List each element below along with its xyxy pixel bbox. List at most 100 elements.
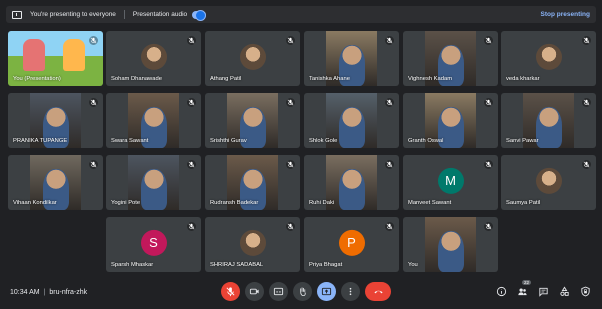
participant-name: Sparsh Mhaskar [111, 262, 154, 268]
participant-tile-sanvi-pawar[interactable]: Sanvi Pawar [501, 93, 596, 148]
participant-figure [140, 169, 167, 210]
participant-tile-vihaan-kondilkar[interactable]: Vihaan Kondilkar [8, 155, 103, 210]
participant-name: Srishthi Gurav [210, 138, 247, 144]
leave-call-button[interactable] [365, 282, 391, 301]
participant-tile-granth-oswal[interactable]: Granth Oswal [403, 93, 498, 148]
people-button[interactable]: 22 [516, 280, 531, 298]
participant-tile-tanishka-ahane[interactable]: Tanishka Ahane [304, 31, 399, 86]
participant-name: Tanishka Ahane [309, 76, 350, 82]
participant-name: Saumya Patil [506, 200, 541, 206]
participant-tile-rudransh-badekar[interactable]: Rudransh Badekar [205, 155, 300, 210]
more-options-button[interactable] [341, 282, 360, 301]
mic-muted-icon [187, 222, 196, 231]
avatar [239, 43, 266, 70]
participant-figure [338, 169, 365, 210]
activities-button[interactable] [558, 285, 571, 298]
participant-name: SHRIRAJ SADABAL [210, 262, 264, 268]
captions-icon [273, 287, 284, 296]
participant-name: Shlok Gole [309, 138, 338, 144]
camera-icon [249, 288, 259, 295]
hang-up-icon [373, 290, 383, 294]
participant-name: Granth Oswal [408, 138, 444, 144]
participant-name: You [408, 262, 418, 268]
chat-icon [539, 287, 548, 297]
hand-icon [300, 287, 306, 297]
participant-tile-shlok-gole[interactable]: Shlok Gole [304, 93, 399, 148]
mic-muted-icon [286, 222, 295, 231]
captions-button[interactable] [269, 282, 288, 301]
mic-muted-icon [484, 36, 493, 45]
meeting-info: 10:34 AM | bru-nfra-zhk [10, 289, 87, 296]
mic-muted-icon [286, 160, 295, 169]
participant-figure [437, 231, 464, 272]
mic-muted-icon [582, 36, 591, 45]
participant-name: Priya Bhagat [309, 262, 343, 268]
chat-button[interactable] [537, 285, 550, 298]
participant-figure [535, 107, 562, 148]
camera-toggle-button[interactable] [245, 282, 264, 301]
mic-muted-icon [385, 160, 394, 169]
participant-tile-yogini-pote[interactable]: Yogini Pote [106, 155, 201, 210]
participant-tile-saumya-patil[interactable]: Saumya Patil [501, 155, 596, 210]
participant-tile-vighnesh-kadam[interactable]: Vighnesh Kadam [403, 31, 498, 86]
mic-muted-icon [286, 98, 295, 107]
mic-muted-icon [484, 160, 493, 169]
avatar: M [437, 167, 464, 194]
mic-muted-icon [582, 160, 591, 169]
mic-muted-icon [89, 160, 98, 169]
participant-name: Soham Dhanawade [111, 76, 162, 82]
bottom-toolbar: 10:34 AM | bru-nfra-zhk 22 [0, 279, 602, 305]
mic-muted-icon [385, 222, 394, 231]
participant-tile-shriraj-sadabal[interactable]: SHRIRAJ SADABAL [205, 217, 300, 272]
participant-tile-priya-bhagat[interactable]: P Priya Bhagat [304, 217, 399, 272]
participant-count-badge: 22 [521, 280, 531, 285]
mic-muted-icon [89, 36, 98, 45]
participant-tile-ruhi-daki[interactable]: Ruhi Daki [304, 155, 399, 210]
participant-name: Yogini Pote [111, 200, 141, 206]
people-icon [518, 288, 527, 296]
presentation-audio-label: Presentation audio [132, 11, 188, 18]
participant-tile-veda-kharkar[interactable]: veda kharkar [501, 31, 596, 86]
participant-name: You (Presentation) [13, 76, 61, 82]
present-now-button[interactable] [317, 282, 336, 301]
stop-presenting-button[interactable]: Stop presenting [541, 11, 590, 18]
participant-tile-pranika-tupange[interactable]: PRANIKA TUPANGE [8, 93, 103, 148]
mic-muted-icon [484, 98, 493, 107]
participant-tile-soham-dhanawade[interactable]: Soham Dhanawade [106, 31, 201, 86]
participant-tile-swara-sawant[interactable]: Swara Sawant [106, 93, 201, 148]
presenting-status-text: You're presenting to everyone [30, 11, 116, 18]
participant-name: Vighnesh Kadam [408, 76, 453, 82]
mic-muted-icon [484, 222, 493, 231]
presentation-audio-toggle[interactable] [192, 9, 207, 21]
participant-name: Sanvi Pawar [506, 138, 539, 144]
participant-name: Rudransh Badekar [210, 200, 259, 206]
participant-name: PRANIKA TUPANGE [13, 138, 68, 144]
call-controls [221, 282, 391, 301]
present-icon [321, 287, 332, 296]
more-vert-icon [349, 287, 352, 296]
participant-tile-athang-patil[interactable]: Athang Patil [205, 31, 300, 86]
participant-tile-srishthi-gurav[interactable]: Srishthi Gurav [205, 93, 300, 148]
divider [123, 10, 125, 19]
mic-muted-icon [187, 98, 196, 107]
participant-tile-manveet-sawant[interactable]: M Manveet Sawant [403, 155, 498, 210]
participant-tile-sparsh-mhaskar[interactable]: S Sparsh Mhaskar [106, 217, 201, 272]
meeting-details-button[interactable] [495, 285, 508, 298]
mic-muted-icon [89, 98, 98, 107]
participant-tile-you-presentation[interactable]: You (Presentation) [8, 31, 103, 86]
avatar: S [140, 229, 167, 256]
video-feed [425, 217, 476, 272]
participant-name: Manveet Sawant [408, 200, 452, 206]
info-divider: | [43, 288, 46, 296]
present-screen-icon [12, 10, 22, 19]
mic-toggle-button[interactable] [221, 282, 240, 301]
avatar [239, 229, 266, 256]
raise-hand-button[interactable] [293, 282, 312, 301]
presentation-character [63, 39, 85, 71]
presenting-banner: You're presenting to everyone Presentati… [6, 6, 596, 23]
mic-muted-icon [385, 36, 394, 45]
mic-muted-icon [582, 98, 591, 107]
avatar [535, 43, 562, 70]
host-controls-button[interactable] [579, 285, 592, 298]
participant-tile-you[interactable]: You [403, 217, 498, 272]
